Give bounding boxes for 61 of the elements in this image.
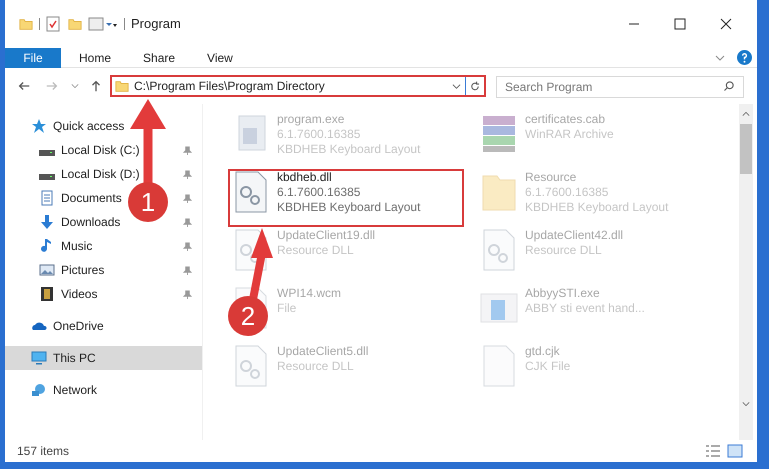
details-view-icon[interactable] [705,444,721,458]
ribbon-tab[interactable]: File [5,48,61,68]
ribbon-tab[interactable]: Home [63,48,128,68]
new-folder-icon [68,16,82,32]
back-arrow-icon[interactable] [17,79,31,93]
ribbon-tab[interactable]: View [191,48,249,68]
folder-icon [115,78,129,94]
download-icon [39,214,55,230]
tiles-view-icon[interactable] [727,444,743,458]
network-icon [31,382,47,398]
chevron-down-icon[interactable] [452,82,461,90]
file-detail: File [277,301,298,316]
file-detail: Resource DLL [525,243,603,258]
star-icon [31,118,47,134]
customize-toolbar-icon[interactable] [88,16,118,32]
drive-icon [39,150,55,156]
ribbon-tab[interactable]: Share [127,48,192,68]
scrollbar[interactable] [739,104,753,440]
sidebar-item[interactable]: Local Disk (C:) [61,141,140,159]
monitor-icon [31,350,47,366]
file-name[interactable]: kbdheb.dll [277,170,420,185]
file-detail: ABBY sti event hand... [525,301,645,316]
sidebar-item[interactable]: This PC [53,349,96,367]
sidebar-item[interactable]: Local Disk (D:) [61,165,140,183]
document-icon [39,190,55,206]
file-detail: Resource DLL [277,243,355,258]
file-detail: KBDHEB Keyboard Layout [525,200,668,215]
folder-icon [19,16,33,32]
address-path: C:\Program Files\Program Directory [134,78,326,95]
file-detail: 6.1.7600.16385 [277,127,362,142]
up-arrow-icon[interactable] [89,79,103,93]
drive-icon [39,174,55,180]
file-detail: 6.1.7600.16385 [277,185,362,200]
sidebar-item[interactable]: OneDrive [53,317,104,335]
file-detail: Resource DLL [277,359,355,374]
search-icon[interactable] [723,80,735,92]
file-detail: 6.1.7600.16385 [525,185,610,200]
sidebar-item[interactable]: Quick access [53,117,124,135]
file-detail: CJK File [525,359,570,374]
file-detail: KBDHEB Keyboard Layout [277,142,420,157]
sidebar-item[interactable]: Music [61,237,92,255]
help-icon[interactable] [737,50,752,65]
sidebar-item[interactable]: Documents [61,189,122,207]
chevron-down-icon[interactable] [71,82,79,90]
search-field[interactable]: Search Program [496,76,744,98]
picture-icon [39,262,55,278]
item-count: 157 items [17,443,70,460]
sidebar-item[interactable]: Videos [61,285,98,303]
address-bar[interactable]: C:\Program Files\Program Directory [110,75,486,97]
window-title: Program [131,15,181,34]
properties-icon[interactable] [46,16,60,32]
scrollbar-thumb[interactable] [740,124,752,174]
chevron-down-icon[interactable] [715,52,725,62]
chevron-up-icon[interactable] [742,110,750,118]
sidebar-item[interactable]: Pictures [61,261,104,279]
file-detail: KBDHEB Keyboard Layout [277,200,420,215]
film-icon [39,286,55,302]
sidebar-item[interactable]: Network [53,381,98,399]
file-detail: WinRAR Archive [525,127,614,142]
chevron-down-icon[interactable] [742,400,750,408]
sidebar-item[interactable]: Downloads [61,213,120,231]
